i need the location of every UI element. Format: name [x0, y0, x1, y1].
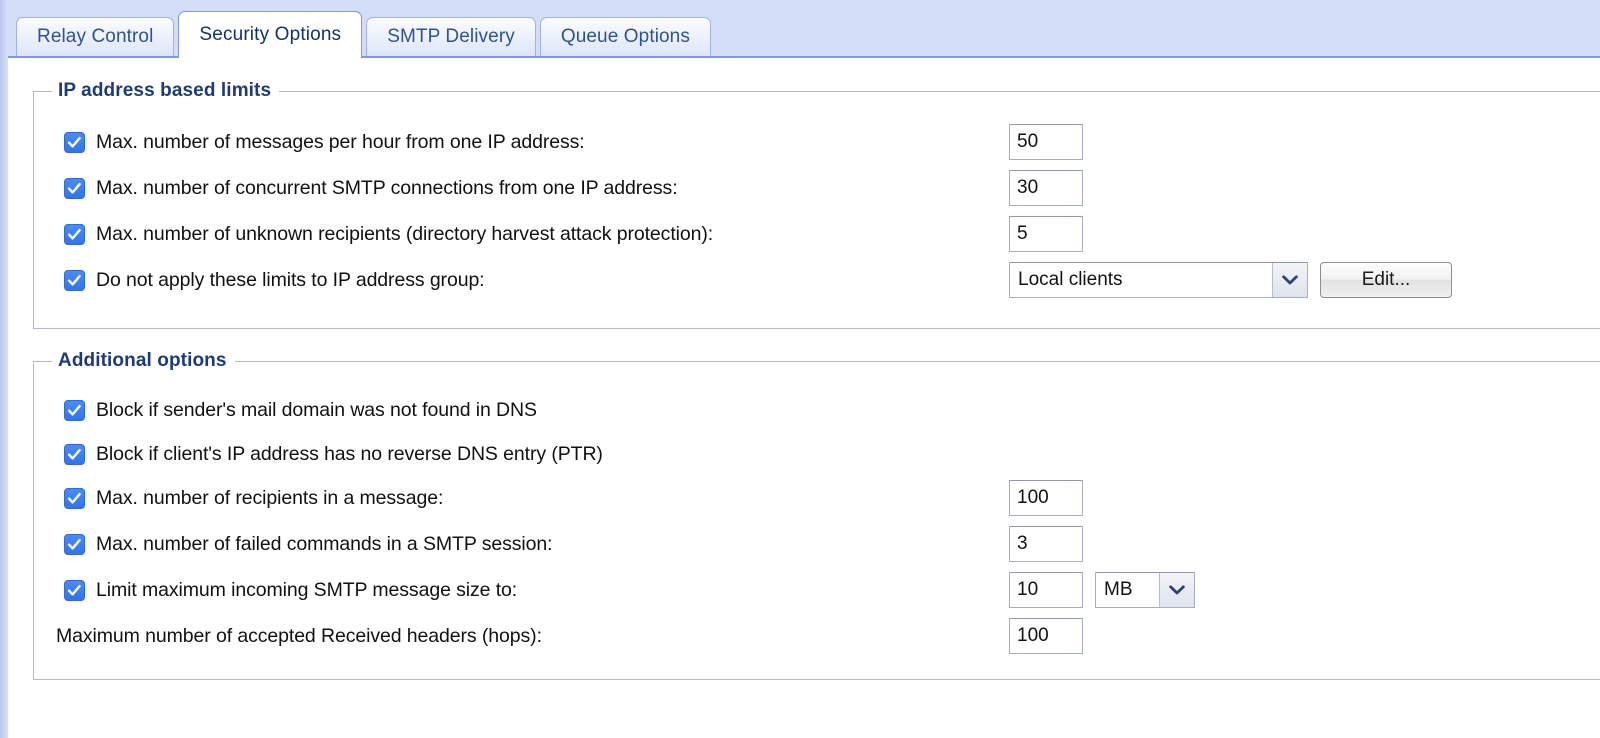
- check-icon: [67, 584, 81, 596]
- row-fields: [1009, 480, 1083, 516]
- row-max-received-headers: Maximum number of accepted Received head…: [34, 618, 1600, 654]
- row-fields: MB: [1009, 572, 1195, 608]
- tab-security-options[interactable]: Security Options: [178, 11, 363, 58]
- checkbox-max-messages-per-hour[interactable]: [64, 131, 85, 153]
- dropdown-value: Local clients: [1010, 263, 1272, 297]
- tab-panel-security-options: IP address based limits Max. number of m…: [8, 58, 1600, 736]
- input-max-unknown-recipients[interactable]: [1009, 216, 1083, 252]
- group-ip-address-based-limits: IP address based limits Max. number of m…: [33, 80, 1600, 329]
- checkbox-max-unknown-recipients[interactable]: [64, 223, 85, 245]
- row-left: Max. number of recipients in a message:: [64, 480, 443, 516]
- row-left: Max. number of concurrent SMTP connectio…: [64, 170, 678, 206]
- row-left: Block if client's IP address has no reve…: [64, 436, 603, 472]
- checkbox-block-no-reverse-dns[interactable]: [64, 443, 85, 465]
- input-max-messages-per-hour[interactable]: [1009, 124, 1083, 160]
- checkbox-max-message-size[interactable]: [64, 579, 85, 601]
- check-icon: [67, 274, 81, 286]
- group-additional-options: Additional options Block if sender's mai…: [33, 350, 1600, 680]
- input-max-received-headers[interactable]: [1009, 618, 1083, 654]
- label-max-concurrent-connections: Max. number of concurrent SMTP connectio…: [96, 176, 678, 199]
- row-block-no-reverse-dns: Block if client's IP address has no reve…: [34, 436, 1600, 472]
- row-max-message-size: Limit maximum incoming SMTP message size…: [34, 572, 1600, 608]
- input-max-recipients-per-message[interactable]: [1009, 480, 1083, 516]
- label-block-sender-domain-not-in-dns: Block if sender's mail domain was not fo…: [96, 398, 537, 421]
- tab-relay-control[interactable]: Relay Control: [16, 17, 175, 56]
- input-max-failed-commands[interactable]: [1009, 526, 1083, 562]
- chevron-down-icon[interactable]: [1159, 573, 1194, 607]
- row-max-messages-per-hour: Max. number of messages per hour from on…: [34, 124, 1600, 160]
- row-fields: [1009, 124, 1083, 160]
- label-max-failed-commands: Max. number of failed commands in a SMTP…: [96, 532, 553, 555]
- tab-label: Relay Control: [37, 26, 154, 47]
- row-max-recipients-per-message: Max. number of recipients in a message:: [34, 480, 1600, 516]
- label-block-no-reverse-dns: Block if client's IP address has no reve…: [96, 442, 603, 465]
- label-exempt-ip-group: Do not apply these limits to IP address …: [96, 268, 485, 291]
- row-left: Limit maximum incoming SMTP message size…: [64, 572, 517, 608]
- row-fields: [1009, 618, 1083, 654]
- input-max-message-size[interactable]: [1009, 572, 1083, 608]
- row-exempt-ip-group: Do not apply these limits to IP address …: [34, 262, 1600, 298]
- row-left: Max. number of messages per hour from on…: [64, 124, 585, 160]
- row-fields: [1009, 170, 1083, 206]
- tab-smtp-delivery[interactable]: SMTP Delivery: [366, 17, 536, 56]
- row-max-failed-commands: Max. number of failed commands in a SMTP…: [34, 526, 1600, 562]
- check-icon: [67, 182, 81, 194]
- row-max-unknown-recipients: Max. number of unknown recipients (direc…: [34, 216, 1600, 252]
- checkbox-block-sender-domain-not-in-dns[interactable]: [64, 399, 85, 421]
- group-legend-additional-options: Additional options: [58, 350, 227, 371]
- group-legend-ip-limits: IP address based limits: [58, 80, 272, 101]
- dropdown-message-size-unit[interactable]: MB: [1095, 572, 1195, 608]
- label-max-message-size: Limit maximum incoming SMTP message size…: [96, 578, 518, 601]
- label-max-messages-per-hour: Max. number of messages per hour from on…: [96, 130, 585, 153]
- check-icon: [67, 404, 81, 416]
- edit-button[interactable]: Edit...: [1320, 262, 1452, 298]
- check-icon: [67, 448, 81, 460]
- checkbox-exempt-ip-group[interactable]: [64, 269, 85, 291]
- row-left: Max. number of unknown recipients (direc…: [64, 216, 713, 252]
- tab-label: Queue Options: [560, 26, 690, 47]
- row-fields: [1009, 216, 1083, 252]
- dropdown-value: MB: [1096, 573, 1159, 607]
- label-max-received-headers: Maximum number of accepted Received head…: [56, 624, 542, 647]
- tab-label: SMTP Delivery: [387, 26, 515, 47]
- tab-queue-options[interactable]: Queue Options: [539, 17, 711, 56]
- edit-button-label: Edit...: [1361, 269, 1411, 290]
- check-icon: [67, 538, 81, 550]
- settings-window: Relay Control Security Options SMTP Deli…: [0, 0, 1600, 738]
- tab-bar: Relay Control Security Options SMTP Deli…: [8, 0, 1600, 58]
- chevron-down-glyph: [1169, 585, 1185, 595]
- tab-label: Security Options: [199, 24, 342, 45]
- row-left: Max. number of failed commands in a SMTP…: [64, 526, 553, 562]
- check-icon: [67, 228, 81, 240]
- dropdown-ip-address-group[interactable]: Local clients: [1009, 262, 1308, 298]
- row-fields: Local clients Edit...: [1009, 262, 1452, 298]
- checkbox-max-recipients-per-message[interactable]: [64, 487, 85, 509]
- check-icon: [67, 136, 81, 148]
- checkbox-max-failed-commands[interactable]: [64, 533, 85, 555]
- check-icon: [67, 492, 81, 504]
- row-block-sender-domain-not-in-dns: Block if sender's mail domain was not fo…: [34, 392, 1600, 428]
- row-left: Do not apply these limits to IP address …: [64, 262, 485, 298]
- row-max-concurrent-connections: Max. number of concurrent SMTP connectio…: [34, 170, 1600, 206]
- row-left: Maximum number of accepted Received head…: [56, 618, 542, 654]
- label-max-recipients-per-message: Max. number of recipients in a message:: [96, 486, 444, 509]
- chevron-down-glyph: [1282, 275, 1298, 285]
- row-left: Block if sender's mail domain was not fo…: [64, 392, 537, 428]
- input-max-concurrent-connections[interactable]: [1009, 170, 1083, 206]
- checkbox-max-concurrent-connections[interactable]: [64, 177, 85, 199]
- chevron-down-icon[interactable]: [1272, 263, 1307, 297]
- label-max-unknown-recipients: Max. number of unknown recipients (direc…: [96, 222, 714, 245]
- row-fields: [1009, 526, 1083, 562]
